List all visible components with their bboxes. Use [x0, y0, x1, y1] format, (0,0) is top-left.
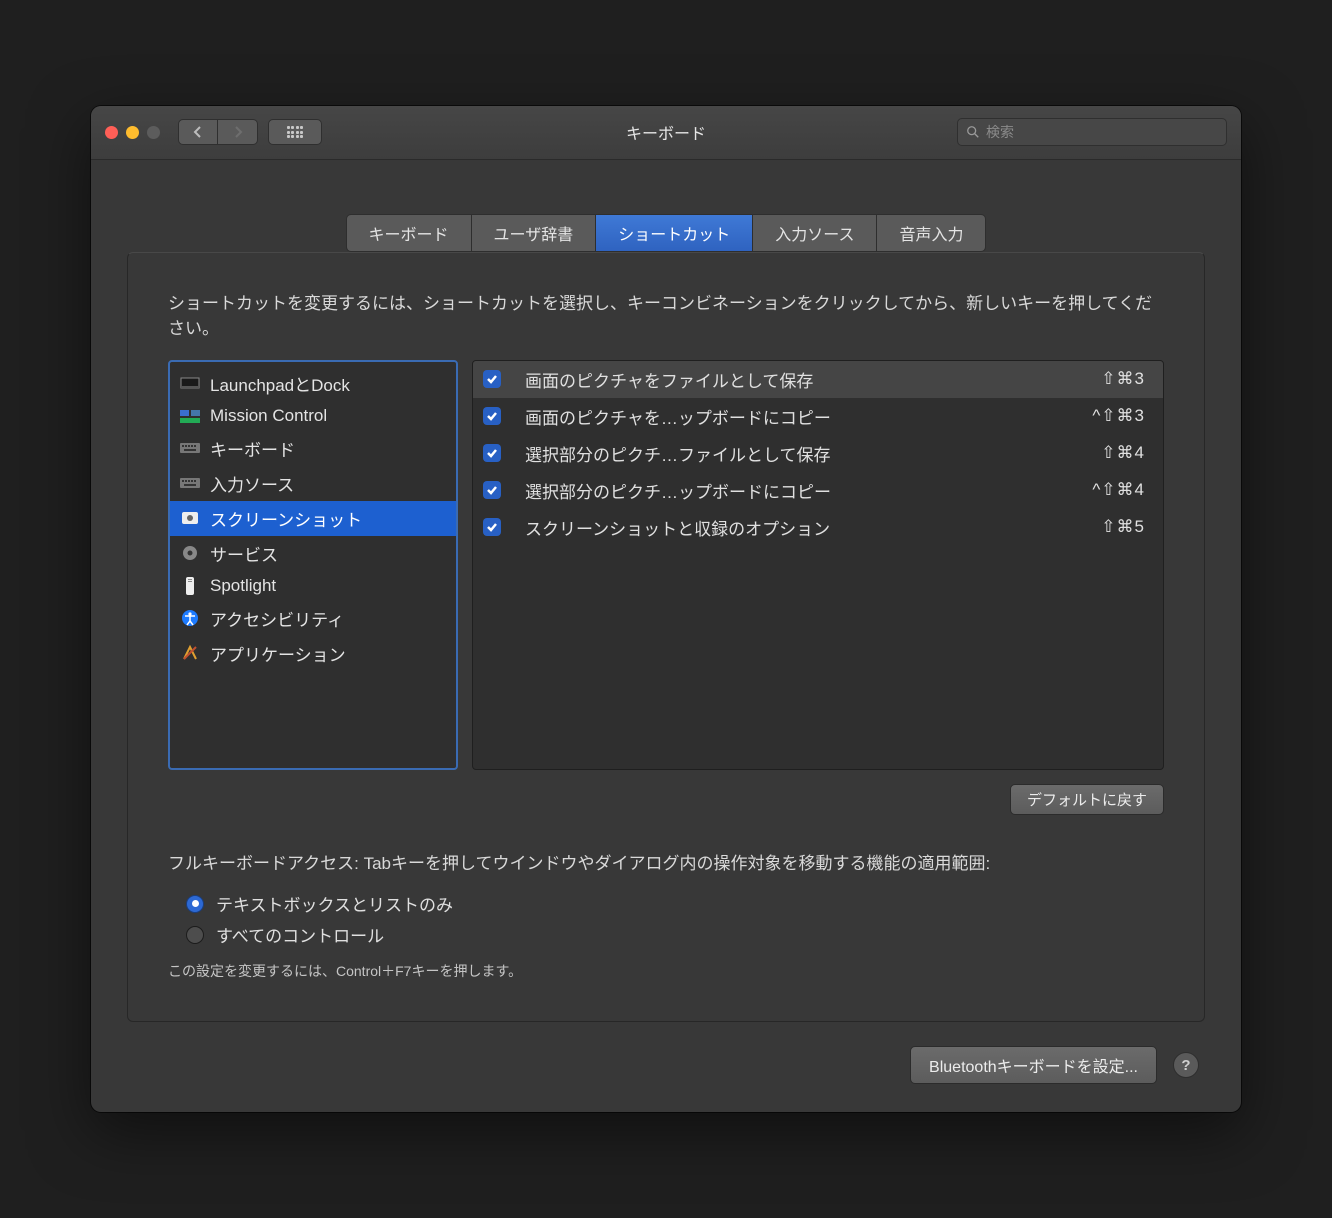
category-label: Spotlight [210, 576, 276, 596]
shortcut-checkbox[interactable] [483, 444, 501, 462]
radio-button[interactable] [186, 895, 204, 913]
category-item[interactable]: スクリーンショット [170, 501, 456, 536]
category-label: 入力ソース [210, 471, 294, 496]
instruction-text: ショートカットを変更するには、ショートカットを選択し、キーコンビネーションをクリ… [168, 291, 1164, 342]
category-item[interactable]: サービス [170, 536, 456, 571]
fka-radio-option[interactable]: すべてのコントロール [186, 922, 1164, 947]
tab-2[interactable]: ショートカット [596, 214, 753, 252]
window-controls [105, 126, 160, 139]
shortcut-label: 選択部分のピクチ…ップボードにコピー [525, 478, 1092, 503]
search-icon [966, 125, 980, 139]
shortcut-keys[interactable]: ^⇧⌘4 [1092, 480, 1145, 500]
radio-button[interactable] [186, 926, 204, 944]
lists-container: LaunchpadとDock Mission Control キーボード入力ソースス… [168, 360, 1164, 770]
tab-0[interactable]: キーボード [346, 214, 472, 252]
shortcut-keys[interactable]: ⇧⌘5 [1101, 517, 1145, 537]
category-label: Mission Control [210, 406, 327, 426]
shortcuts-panel: ショートカットを変更するには、ショートカットを選択し、キーコンビネーションをクリ… [127, 252, 1205, 1022]
shortcut-checkbox[interactable] [483, 481, 501, 499]
search-field[interactable] [957, 118, 1227, 146]
full-keyboard-access-label: フルキーボードアクセス: Tabキーを押してウインドウやダイアログ内の操作対象を… [168, 851, 1164, 877]
gear-icon [180, 545, 200, 561]
tab-1[interactable]: ユーザ辞書 [472, 214, 597, 252]
shortcut-label: 画面のピクチャをファイルとして保存 [525, 367, 1101, 392]
grid-icon [287, 126, 303, 138]
spotlight-icon [180, 578, 200, 594]
help-button[interactable]: ? [1173, 1052, 1199, 1078]
accessibility-icon [180, 610, 200, 626]
category-label: アクセシビリティ [210, 606, 344, 631]
keyboard-icon [180, 475, 200, 491]
search-input[interactable] [986, 124, 1218, 140]
screenshot-icon [180, 510, 200, 526]
shortcut-keys[interactable]: ⇧⌘3 [1101, 369, 1145, 389]
category-item[interactable]: LaunchpadとDock [170, 366, 456, 401]
bluetooth-setup-button[interactable]: Bluetoothキーボードを設定... [910, 1046, 1157, 1084]
category-item[interactable]: キーボード [170, 431, 456, 466]
preferences-window: キーボード キーボードユーザ辞書ショートカット入力ソース音声入力 ショートカット… [91, 106, 1241, 1112]
category-list[interactable]: LaunchpadとDock Mission Control キーボード入力ソースス… [168, 360, 458, 770]
shortcut-row[interactable]: 選択部分のピクチ…ップボードにコピー^⇧⌘4 [473, 472, 1163, 509]
fka-hint: この設定を変更するには、Control＋F7キーを押します。 [168, 961, 1164, 981]
category-item[interactable]: 入力ソース [170, 466, 456, 501]
fka-radio-option[interactable]: テキストボックスとリストのみ [186, 891, 1164, 916]
zoom-window-button[interactable] [147, 126, 160, 139]
footer: Bluetoothキーボードを設定... ? [91, 1022, 1241, 1084]
tab-3[interactable]: 入力ソース [753, 214, 877, 252]
shortcut-checkbox[interactable] [483, 370, 501, 388]
restore-defaults-button[interactable]: デフォルトに戻す [1010, 784, 1164, 815]
tab-4[interactable]: 音声入力 [877, 214, 986, 252]
nav-buttons [178, 119, 258, 145]
category-item[interactable]: Spotlight [170, 571, 456, 601]
mission-icon [180, 408, 200, 424]
shortcut-label: スクリーンショットと収録のオプション [525, 515, 1101, 540]
fka-radio-group: テキストボックスとリストのみすべてのコントロール [186, 891, 1164, 947]
category-label: スクリーンショット [210, 506, 362, 531]
shortcut-keys[interactable]: ^⇧⌘3 [1092, 406, 1145, 426]
minimize-window-button[interactable] [126, 126, 139, 139]
content-area: キーボードユーザ辞書ショートカット入力ソース音声入力 ショートカットを変更するに… [91, 214, 1241, 1112]
category-item[interactable]: アプリケーション [170, 636, 456, 671]
show-all-button[interactable] [268, 119, 322, 145]
tab-bar: キーボードユーザ辞書ショートカット入力ソース音声入力 [91, 214, 1241, 252]
app-icon [180, 645, 200, 661]
back-button[interactable] [178, 119, 218, 145]
shortcut-row[interactable]: 画面のピクチャをファイルとして保存⇧⌘3 [473, 361, 1163, 398]
radio-label: すべてのコントロール [216, 922, 384, 947]
forward-button[interactable] [218, 119, 258, 145]
category-item[interactable]: Mission Control [170, 401, 456, 431]
shortcut-keys[interactable]: ⇧⌘4 [1101, 443, 1145, 463]
shortcut-checkbox[interactable] [483, 407, 501, 425]
keyboard-icon [180, 440, 200, 456]
shortcut-row[interactable]: スクリーンショットと収録のオプション⇧⌘5 [473, 509, 1163, 546]
shortcut-list[interactable]: 画面のピクチャをファイルとして保存⇧⌘3画面のピクチャを…ップボードにコピー^⇧… [472, 360, 1164, 770]
shortcut-row[interactable]: 選択部分のピクチ…ファイルとして保存⇧⌘4 [473, 435, 1163, 472]
shortcut-checkbox[interactable] [483, 518, 501, 536]
radio-label: テキストボックスとリストのみ [216, 891, 453, 916]
titlebar: キーボード [91, 106, 1241, 160]
category-label: サービス [210, 541, 278, 566]
category-label: アプリケーション [210, 641, 346, 666]
defaults-row: デフォルトに戻す [168, 784, 1164, 815]
close-window-button[interactable] [105, 126, 118, 139]
shortcut-row[interactable]: 画面のピクチャを…ップボードにコピー^⇧⌘3 [473, 398, 1163, 435]
category-label: LaunchpadとDock [210, 371, 350, 396]
shortcut-label: 選択部分のピクチ…ファイルとして保存 [525, 441, 1101, 466]
shortcut-label: 画面のピクチャを…ップボードにコピー [525, 404, 1092, 429]
launchpad-icon [180, 375, 200, 391]
category-item[interactable]: アクセシビリティ [170, 601, 456, 636]
category-label: キーボード [210, 436, 295, 461]
